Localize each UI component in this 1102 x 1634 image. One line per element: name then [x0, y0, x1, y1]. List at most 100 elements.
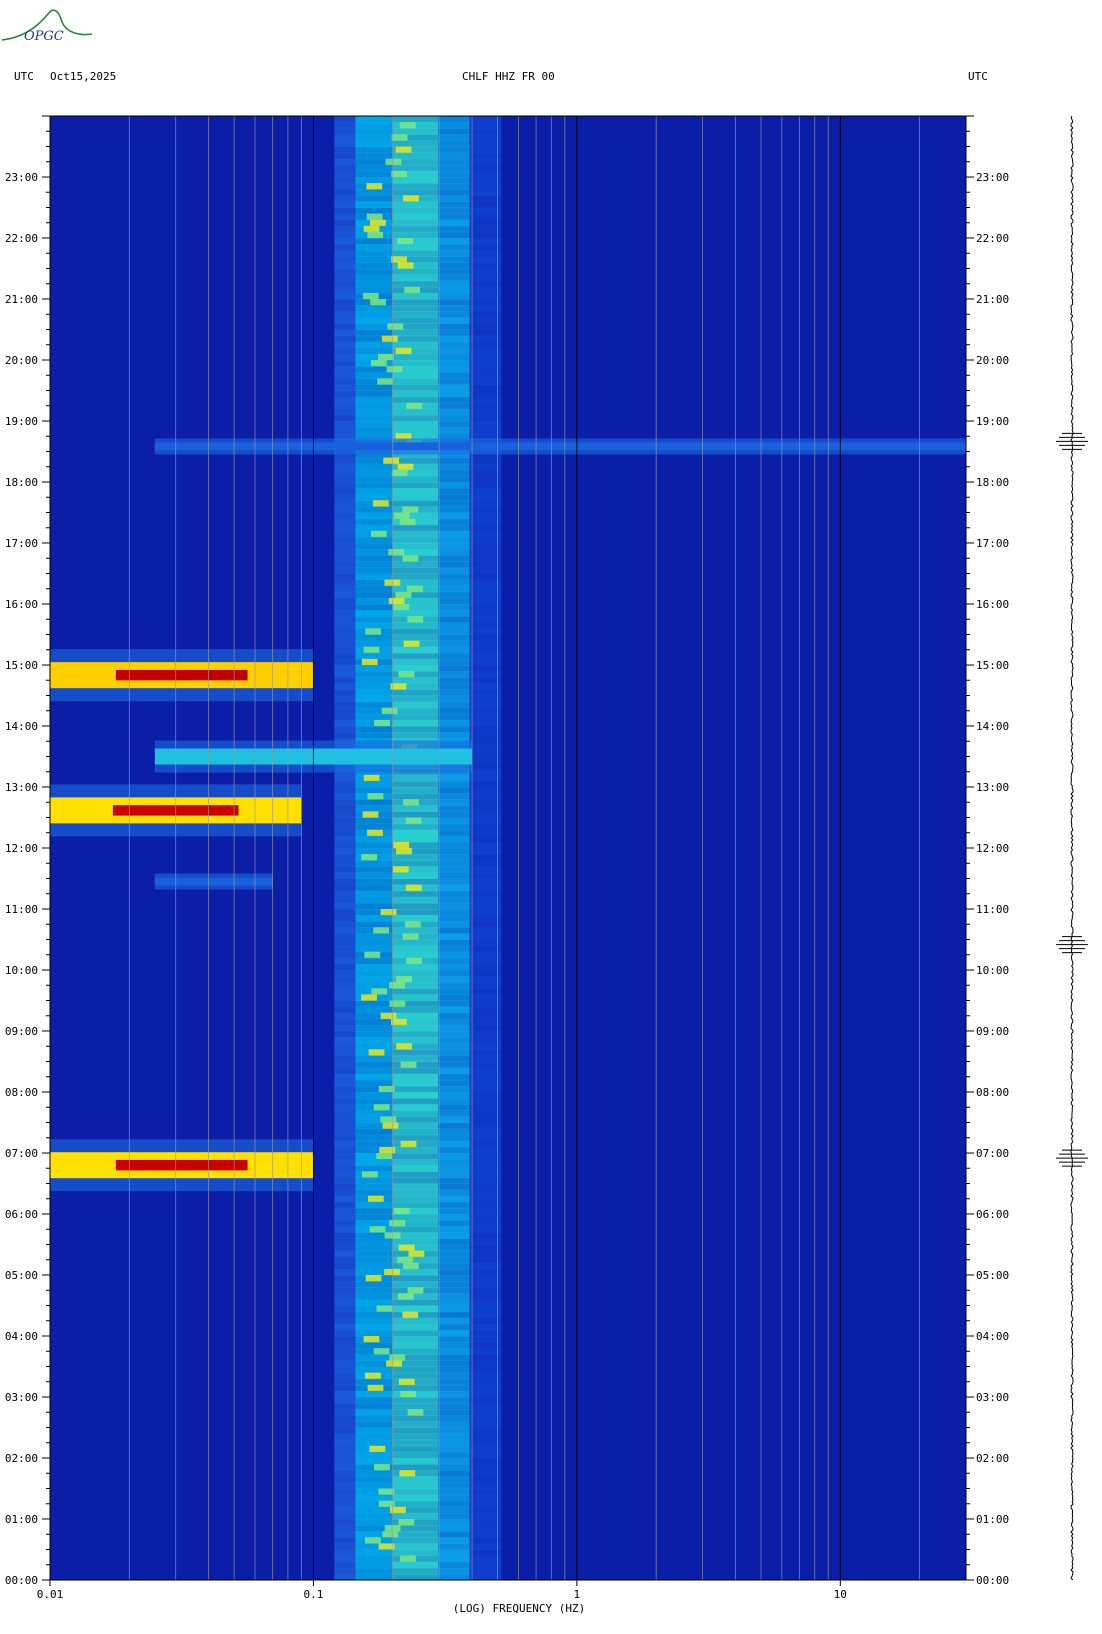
microseism-peak-cell	[398, 1378, 415, 1386]
microseism-cell	[469, 1238, 502, 1245]
microseism-cell	[469, 231, 502, 239]
microseism-cell	[334, 780, 356, 788]
microseism-cell	[438, 372, 470, 379]
microseism-cell	[438, 1134, 470, 1142]
microseism-cell	[469, 988, 502, 995]
time-tick-label-right: 17:00	[976, 537, 1009, 550]
microseism-peak-cell	[403, 799, 419, 806]
microseism-cell	[355, 695, 393, 703]
microseism-cell	[334, 353, 356, 361]
microseism-cell	[334, 1122, 356, 1130]
microseism-cell	[392, 1397, 439, 1404]
microseism-cell	[438, 244, 470, 251]
microseism-cell	[355, 963, 393, 971]
microseism-cell	[469, 1299, 502, 1306]
microseism-cell	[334, 299, 356, 306]
microseism-cell	[438, 1317, 470, 1325]
microseism-peak-cell	[398, 671, 415, 678]
microseism-cell	[469, 244, 502, 251]
microseism-cell	[469, 622, 502, 629]
microseism-cell	[392, 1146, 439, 1154]
microseism-cell	[334, 1458, 356, 1465]
microseism-cell	[438, 475, 470, 483]
microseism-cell	[334, 213, 356, 221]
microseism-cell	[469, 768, 502, 776]
microseism-cell	[438, 1195, 470, 1203]
microseism-cell	[469, 1092, 502, 1099]
microseism-cell	[469, 518, 502, 526]
microseism-cell	[438, 1049, 470, 1056]
microseism-cell	[355, 713, 393, 721]
microseism-cell	[438, 366, 470, 373]
microseism-cell	[355, 1342, 393, 1349]
microseism-cell	[355, 945, 393, 953]
microseism-cell	[355, 671, 393, 678]
microseism-cell	[469, 707, 502, 715]
microseism-cell	[392, 1177, 439, 1184]
microseism-peak-cell	[382, 1531, 399, 1538]
microseism-cell	[334, 555, 356, 562]
microseism-cell	[355, 1061, 393, 1069]
microseism-cell	[334, 116, 356, 123]
microseism-cell	[355, 982, 393, 989]
microseism-cell	[438, 982, 470, 989]
microseism-cell	[438, 1079, 470, 1087]
microseism-cell	[438, 604, 470, 611]
microseism-cell	[438, 1128, 470, 1136]
microseism-cell	[392, 610, 439, 617]
microseism-cell	[334, 951, 356, 959]
microseism-cell	[469, 1006, 502, 1014]
microseism-cell	[334, 1354, 356, 1361]
microseism-cell	[355, 518, 393, 526]
microseism-cell	[438, 1159, 470, 1166]
microseism-cell	[355, 201, 393, 208]
freq-tick-label: 1	[574, 1588, 581, 1601]
microseism-cell	[469, 1397, 502, 1404]
microseism-cell	[334, 628, 356, 635]
microseism-cell	[438, 347, 470, 355]
microseism-cell	[392, 488, 439, 495]
microseism-cell	[469, 866, 502, 873]
microseism-peak-cell	[403, 640, 420, 648]
microseism-cell	[438, 823, 470, 831]
microseism-cell	[469, 976, 502, 983]
microseism-cell	[438, 622, 470, 629]
microseism-peak-cell	[369, 1445, 386, 1453]
microseism-peak-cell	[397, 262, 414, 269]
microseism-cell	[334, 1494, 356, 1502]
microseism-cell	[334, 372, 356, 379]
microseism-cell	[334, 1384, 356, 1392]
microseism-cell	[334, 250, 356, 257]
time-tick-label-left: 14:00	[5, 720, 38, 733]
microseism-cell	[469, 1354, 502, 1361]
microseism-cell	[334, 360, 356, 367]
microseism-cell	[334, 1366, 356, 1374]
microseism-cell	[334, 1506, 356, 1514]
microseism-cell	[438, 1146, 470, 1154]
microseism-cell	[355, 1073, 393, 1081]
microseism-cell	[469, 317, 502, 324]
microseism-cell	[334, 317, 356, 324]
microseism-cell	[438, 262, 470, 269]
microseism-cell	[469, 482, 502, 489]
microseism-cell	[355, 268, 393, 276]
microseism-cell	[392, 250, 439, 257]
microseism-cell	[469, 732, 502, 739]
microseism-cell	[438, 787, 470, 794]
microseism-cell	[438, 1543, 470, 1550]
microseism-cell	[334, 1299, 356, 1306]
microseism-peak-cell	[393, 512, 410, 520]
microseism-peak-cell	[386, 1360, 402, 1367]
microseism-cell	[355, 207, 393, 215]
microseism-cell	[392, 1567, 439, 1575]
microseism-cell	[438, 299, 470, 306]
microseism-cell	[392, 1299, 439, 1306]
microseism-cell	[438, 866, 470, 873]
microseism-cell	[392, 1305, 439, 1313]
microseism-cell	[334, 347, 356, 355]
microseism-cell	[469, 1427, 502, 1435]
microseism-cell	[438, 921, 470, 928]
microseism-cell	[334, 1073, 356, 1081]
microseism-cell	[392, 201, 439, 208]
microseism-cell	[392, 787, 439, 794]
